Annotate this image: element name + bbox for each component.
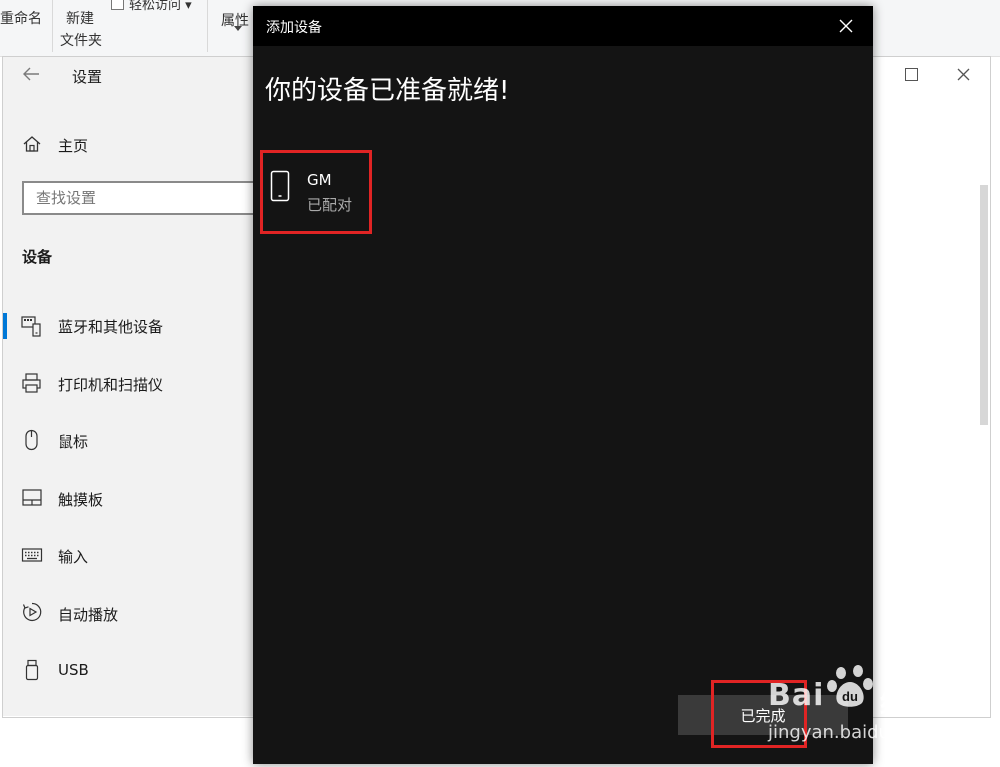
search-field[interactable]	[22, 181, 262, 215]
bluetooth-device-icon	[21, 316, 41, 337]
usb-icon	[25, 659, 39, 681]
settings-scrollbar[interactable]	[980, 185, 988, 425]
selected-indicator	[3, 313, 7, 339]
dialog-heading: 你的设备已准备就绪!	[265, 76, 510, 106]
easy-access-button[interactable]: 轻松访问 ▾	[129, 0, 192, 13]
autoplay-icon	[22, 602, 42, 622]
chevron-down-icon	[234, 26, 242, 31]
sidebar-item-touchpad[interactable]: 触摸板	[58, 489, 103, 510]
back-arrow-icon[interactable]	[22, 66, 40, 82]
sidebar-item-autoplay[interactable]: 自动播放	[58, 604, 118, 625]
sidebar-item-home[interactable]: 主页	[58, 135, 88, 156]
close-icon[interactable]	[839, 19, 853, 33]
dialog-title: 添加设备	[266, 20, 322, 36]
ribbon-divider	[52, 0, 53, 52]
rename-button[interactable]: 重命名	[0, 8, 42, 28]
settings-title: 设置	[72, 68, 103, 86]
printer-icon	[22, 373, 41, 393]
watermark-brand: Bai	[768, 678, 825, 713]
new-folder-button-line1[interactable]: 新建	[66, 8, 94, 28]
keyboard-icon	[21, 548, 43, 562]
highlight-box-device	[260, 150, 372, 234]
section-heading: 设备	[22, 248, 53, 266]
svg-text:du: du	[842, 689, 858, 704]
watermark-url: jingyan.baidu.com	[768, 722, 935, 743]
add-device-dialog	[253, 6, 873, 764]
sidebar-item-usb[interactable]: USB	[58, 661, 89, 679]
mouse-icon	[25, 429, 38, 451]
sidebar-item-bluetooth[interactable]: 蓝牙和其他设备	[58, 316, 163, 337]
maximize-icon[interactable]	[905, 68, 918, 81]
ribbon-divider	[207, 0, 208, 52]
home-icon	[23, 136, 41, 152]
search-input[interactable]	[24, 183, 260, 213]
new-folder-button-line2[interactable]: 文件夹	[60, 30, 102, 50]
baidu-paw-logo: du	[827, 665, 873, 707]
sidebar-item-typing[interactable]: 输入	[58, 546, 88, 567]
easy-access-icon	[111, 0, 124, 10]
watermark-brand-suffix: 经验	[880, 686, 942, 721]
sidebar-item-mouse[interactable]: 鼠标	[58, 431, 88, 452]
dialog-titlebar	[253, 6, 873, 46]
close-icon[interactable]	[957, 68, 970, 81]
touchpad-icon	[22, 489, 42, 506]
sidebar-item-printers[interactable]: 打印机和扫描仪	[58, 374, 163, 395]
